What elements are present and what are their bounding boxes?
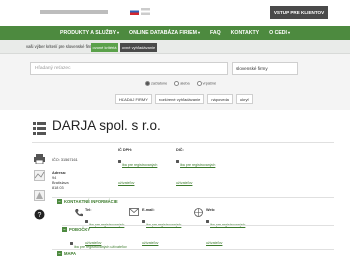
branches-section-header[interactable]: − POBOČKY [62, 226, 90, 232]
divider [62, 225, 334, 226]
divider [52, 249, 334, 250]
web-label: Web: [206, 208, 216, 212]
nav-item-products[interactable]: PRODUKTY A SLUŽBY▾ [60, 30, 119, 36]
branches-value: iba pre registrovaných užívateľov [70, 235, 127, 253]
address-line-1: 94 [52, 176, 57, 180]
divider [32, 142, 334, 143]
lock-icon [85, 220, 88, 224]
advanced-search-button[interactable]: ovné vyhľadávanie [120, 42, 157, 52]
ico-row: IČO: 31567161 [52, 158, 78, 162]
client-login-button[interactable]: VSTUP PRE KLIENTOV [270, 6, 328, 19]
find-companies-button[interactable]: HĽADAJ FIRMY [115, 94, 152, 104]
address-line-2: Bratislava [52, 181, 69, 185]
ic-dph-label: IČ DPH: [118, 148, 133, 152]
extended-search-button[interactable]: rozšírené vyhľadávanie [154, 94, 205, 104]
minus-icon: − [62, 226, 67, 232]
chevron-down-icon: ▾ [197, 30, 200, 35]
help-button[interactable]: nápoveda [207, 94, 233, 104]
flag-sk-icon[interactable] [130, 8, 139, 15]
main-nav: PRODUKTY A SLUŽBY▾ ONLINE DATABÁZA FIRIE… [0, 26, 350, 40]
search-mode-label: vaši výber kriterií pre slovenské firmy [26, 44, 95, 49]
minus-icon: − [57, 198, 62, 204]
search-input[interactable]: Hľadaný reťazec [30, 62, 228, 75]
nav-item-about[interactable]: O CEDI▾ [269, 30, 290, 36]
search-panel: Hľadaný reťazec slovenské firmy začiaton… [0, 54, 350, 110]
nav-item-contacts[interactable]: KONTAKTY [231, 30, 259, 36]
lock-icon [118, 160, 121, 164]
phone-icon [75, 209, 83, 217]
company-name: DARJA spol. s r.o. [52, 118, 161, 133]
basic-search-button[interactable]: ovoné kritériá [91, 42, 118, 52]
chevron-down-icon: ▾ [117, 30, 120, 35]
hide-button[interactable]: ukryť [235, 94, 253, 104]
web-value: iba pre registrovaných užívateľov [206, 213, 252, 249]
lock-icon [142, 220, 145, 224]
chevron-down-icon: ▾ [287, 30, 290, 35]
email-label: E-mail: [142, 208, 155, 212]
list-icon [33, 122, 46, 135]
radio-exact[interactable]: vrpášné [197, 81, 217, 86]
search-buttons: HĽADAJ FIRMY rozšírené vyhľadávanie nápo… [115, 94, 253, 104]
printer-icon[interactable] [34, 154, 45, 164]
map-icon[interactable] [34, 170, 45, 181]
globe-icon [194, 208, 203, 217]
lock-icon [206, 220, 209, 224]
ic-dph-value: iba pre registrovaných užívateľov [118, 153, 168, 189]
warning-icon[interactable] [34, 190, 45, 201]
email-icon [129, 208, 139, 216]
address-line-3: 818 03 [52, 186, 64, 190]
dic-value: iba pre registrovaných užívateľov [176, 153, 226, 189]
svg-text:?: ? [38, 212, 42, 219]
nav-item-faq[interactable]: FAQ [210, 30, 221, 36]
map-section-header[interactable]: − MAPA [57, 250, 76, 256]
dic-label: DIČ: [176, 148, 184, 152]
top-bar: VSTUP PRE KLIENTOV [0, 0, 350, 26]
minus-icon: − [57, 250, 62, 256]
nav-item-online-database[interactable]: ONLINE DATABÁZA FIRIEM▾ [129, 30, 200, 36]
tel-label: Tel: [85, 208, 92, 212]
site-logo[interactable] [40, 10, 108, 14]
match-mode-radios: začiatone aleba vrpášné [145, 81, 216, 86]
help-icon[interactable]: ? [34, 209, 45, 220]
email-value: iba pre registrovaných užívateľov [142, 213, 188, 249]
radio-or[interactable]: aleba [174, 81, 189, 86]
lock-icon [70, 242, 73, 246]
search-mode-bar: vaši výber kriterií pre slovenské firmy … [0, 40, 350, 54]
country-select[interactable]: slovenské firmy [232, 62, 298, 75]
lock-icon [176, 160, 179, 164]
radio-starts-with[interactable]: začiatone [145, 81, 167, 86]
contacts-section-header[interactable]: − KONTAKTNÉ INFORMÁCIE [57, 198, 118, 204]
flag-en-icon[interactable] [141, 8, 150, 15]
address-label: Adresa: [52, 171, 67, 175]
